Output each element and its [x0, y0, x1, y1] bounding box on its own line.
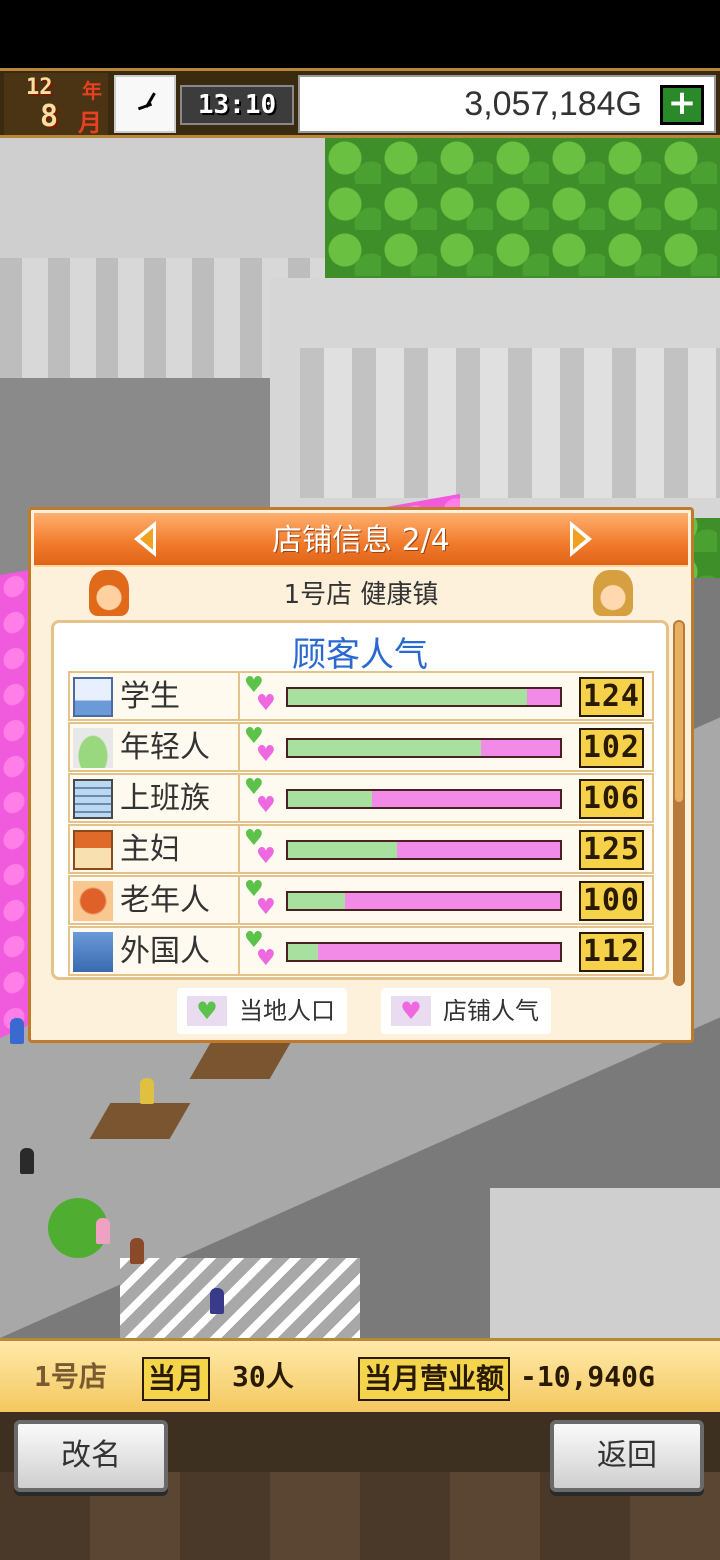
- crosswalk: [120, 1258, 360, 1338]
- summary-store: 1号店: [34, 1360, 107, 1393]
- popularity-row: 主妇 ♥ ♥ 125: [68, 824, 654, 874]
- popularity-bar: [286, 789, 562, 809]
- green-heart-icon: ♥: [187, 996, 227, 1026]
- popularity-row: 年轻人 ♥ ♥ 102: [68, 722, 654, 772]
- row-value: 112: [578, 932, 644, 972]
- office-building-icon: [73, 779, 113, 819]
- year-number: 12: [26, 75, 53, 100]
- building-middle: [270, 278, 720, 518]
- popularity-bar: [286, 891, 562, 911]
- building-bottom: [490, 1188, 720, 1338]
- heart-icon: ♥ ♥: [244, 826, 276, 869]
- add-money-button[interactable]: +: [660, 85, 704, 125]
- next-page-arrow-icon[interactable]: [570, 521, 592, 557]
- store-info-panel: 店铺信息 2/4 1号店 健康镇 顾客人气 学生 ♥ ♥ 124 年轻人 ♥ ♥ 1…: [28, 507, 694, 1043]
- month-unit: 月: [78, 109, 102, 137]
- heart-icon: ♥ ♥: [244, 877, 276, 920]
- summary-month-label: 当月: [142, 1357, 211, 1401]
- popularity-rows: 学生 ♥ ♥ 124 年轻人 ♥ ♥ 102 上班族 ♥ ♥ 106 主妇 ♥ …: [68, 671, 654, 977]
- customer-sprite: [130, 1238, 144, 1264]
- legend-store-label: 店铺人气: [443, 997, 539, 1025]
- heart-icon: ♥ ♥: [244, 673, 276, 716]
- legend-store: ♥ 店铺人气: [381, 988, 551, 1034]
- panel-header: 店铺信息 2/4: [34, 513, 688, 567]
- popularity-row: 外国人 ♥ ♥ 112: [68, 926, 654, 976]
- popularity-row: 上班族 ♥ ♥ 106: [68, 773, 654, 823]
- maple-leaf-icon: [73, 881, 113, 921]
- store-summary-bar: 1号店 当月 30人 当月营业额 -10,940G: [0, 1338, 720, 1412]
- rename-button[interactable]: 改名: [14, 1420, 168, 1492]
- customer-sprite: [210, 1288, 224, 1314]
- popularity-row: 老年人 ♥ ♥ 100: [68, 875, 654, 925]
- legend-local: ♥ 当地人口: [177, 988, 347, 1034]
- year-unit: 年: [82, 79, 102, 103]
- summary-sales: -10,940G: [520, 1360, 655, 1393]
- row-label: 年轻人: [120, 730, 210, 765]
- heart-icon: ♥ ♥: [244, 724, 276, 767]
- row-label: 老年人: [120, 883, 210, 918]
- customer-sprite: [96, 1218, 110, 1244]
- month-number: 8: [40, 99, 59, 134]
- popularity-table: 顾客人气 学生 ♥ ♥ 124 年轻人 ♥ ♥ 102 上班族 ♥ ♥ 106 …: [51, 620, 669, 980]
- row-label: 主妇: [120, 832, 180, 867]
- row-value: 124: [578, 677, 644, 717]
- row-value: 100: [578, 881, 644, 921]
- summary-sales-label: 当月营业额: [358, 1357, 511, 1401]
- row-value: 106: [578, 779, 644, 819]
- heart-icon: ♥ ♥: [244, 775, 276, 818]
- heart-icon: ♥ ♥: [244, 928, 276, 971]
- airplane-icon: [73, 932, 113, 972]
- customer-sprite: [140, 1078, 154, 1104]
- summary-customers: 30人: [232, 1360, 294, 1393]
- row-value: 102: [578, 728, 644, 768]
- money-display: 3,057,184G +: [298, 75, 716, 133]
- school-building-icon: [73, 677, 113, 717]
- bottom-panel: 改名 返回: [0, 1412, 720, 1560]
- popularity-bar: [286, 687, 562, 707]
- popularity-bar: [286, 942, 562, 962]
- status-bar: 12 年 8 月 13:10 3,057,184G +: [0, 68, 720, 138]
- sneaker-icon: [73, 728, 113, 768]
- popularity-bar: [286, 840, 562, 860]
- house-icon: [73, 830, 113, 870]
- row-label: 上班族: [120, 781, 210, 816]
- row-label: 学生: [120, 679, 180, 714]
- back-button[interactable]: 返回: [550, 1420, 704, 1492]
- customer-sprite: [20, 1148, 34, 1174]
- customer-sprite: [10, 1018, 24, 1044]
- game-time: 13:10: [180, 85, 294, 125]
- popularity-bar: [286, 738, 562, 758]
- row-value: 125: [578, 830, 644, 870]
- row-label: 外国人: [120, 934, 210, 969]
- staff-avatar-icon: [593, 570, 633, 616]
- legend-local-label: 当地人口: [239, 997, 335, 1025]
- section-title: 顾客人气: [292, 635, 428, 675]
- date-display: 12 年 8 月: [4, 73, 108, 137]
- popularity-row: 学生 ♥ ♥ 124: [68, 671, 654, 721]
- scrollbar-thumb[interactable]: [675, 622, 683, 802]
- clock-icon: [114, 75, 176, 133]
- scrollbar[interactable]: [673, 620, 685, 986]
- pink-heart-icon: ♥: [391, 996, 431, 1026]
- money-value: 3,057,184G: [464, 85, 642, 123]
- store-name: 1号店 健康镇: [283, 580, 439, 610]
